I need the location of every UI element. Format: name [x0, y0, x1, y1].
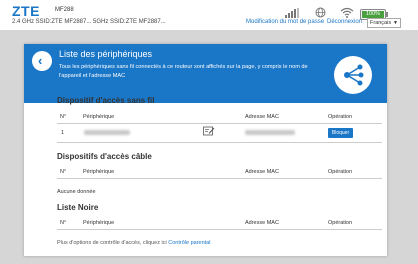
signal-strength-icon	[285, 8, 299, 18]
back-button[interactable]: ‹	[32, 51, 52, 71]
divider	[57, 142, 382, 143]
chevron-down-icon: ▼	[393, 20, 398, 26]
blacklist-col-device: Périphérique	[83, 220, 115, 226]
top-bar: ZTE MF288 2.4 GHz SSID:ZTE MF2887... 5GH…	[0, 0, 418, 30]
ssid-info: 2.4 GHz SSID:ZTE MF2887... 5GHz SSID:ZTE…	[12, 19, 166, 25]
wired-col-no: N°	[60, 169, 67, 175]
blacklist-section-title: Liste Noire	[57, 203, 99, 212]
globe-icon	[315, 7, 326, 18]
wireless-col-no: N°	[60, 114, 67, 120]
change-password-link[interactable]: Modification du mot de passe	[246, 19, 324, 25]
zte-logo: ZTE	[12, 3, 40, 19]
wired-section-title: Dispositifs d'accès câble	[57, 152, 152, 161]
logout-link[interactable]: Déconnexion	[327, 19, 362, 25]
wired-col-mac: Adresse MAC	[245, 169, 279, 175]
divider	[57, 178, 382, 179]
back-arrow-icon: ‹	[38, 53, 43, 68]
parental-control-link[interactable]: Contrôle parental	[168, 240, 210, 246]
wired-col-operation: Opération	[328, 169, 353, 175]
language-select[interactable]: Français ▼	[367, 18, 401, 28]
edit-icon[interactable]	[203, 126, 215, 136]
battery-percent: 100%	[365, 11, 381, 17]
blacklist-col-no: N°	[60, 220, 67, 226]
wireless-col-operation: Opération	[328, 114, 353, 120]
panel-header: ‹ Liste des périphériques Tous les périp…	[24, 44, 387, 103]
divider	[57, 123, 382, 124]
blurred-mac-address	[245, 130, 295, 135]
row-number: 1	[61, 130, 65, 136]
empty-state: Aucune donnée	[57, 189, 96, 195]
wireless-col-device: Périphérique	[83, 114, 115, 120]
page-title: Liste des périphériques	[59, 49, 153, 59]
wireless-col-mac: Adresse MAC	[245, 114, 279, 120]
device-list-icon	[334, 56, 372, 94]
block-button[interactable]: Bloquer	[328, 128, 353, 138]
wireless-section-title: Dispositif d'accès sans fil	[57, 96, 155, 105]
blacklist-col-operation: Opération	[328, 220, 353, 226]
page-description: Tous les périphériques sans fil connecté…	[59, 64, 308, 79]
wifi-icon	[340, 7, 354, 18]
blacklist-col-mac: Adresse MAC	[245, 220, 279, 226]
blurred-device-name	[84, 130, 130, 135]
language-value: Français	[370, 20, 392, 26]
divider	[57, 229, 382, 230]
wired-col-device: Périphérique	[83, 169, 115, 175]
parental-control-hint: Plus d'options de contrôle d'accès, cliq…	[57, 240, 210, 246]
model-name: MF288	[55, 7, 74, 13]
footer-text: Plus d'options de contrôle d'accès, cliq…	[57, 240, 167, 246]
